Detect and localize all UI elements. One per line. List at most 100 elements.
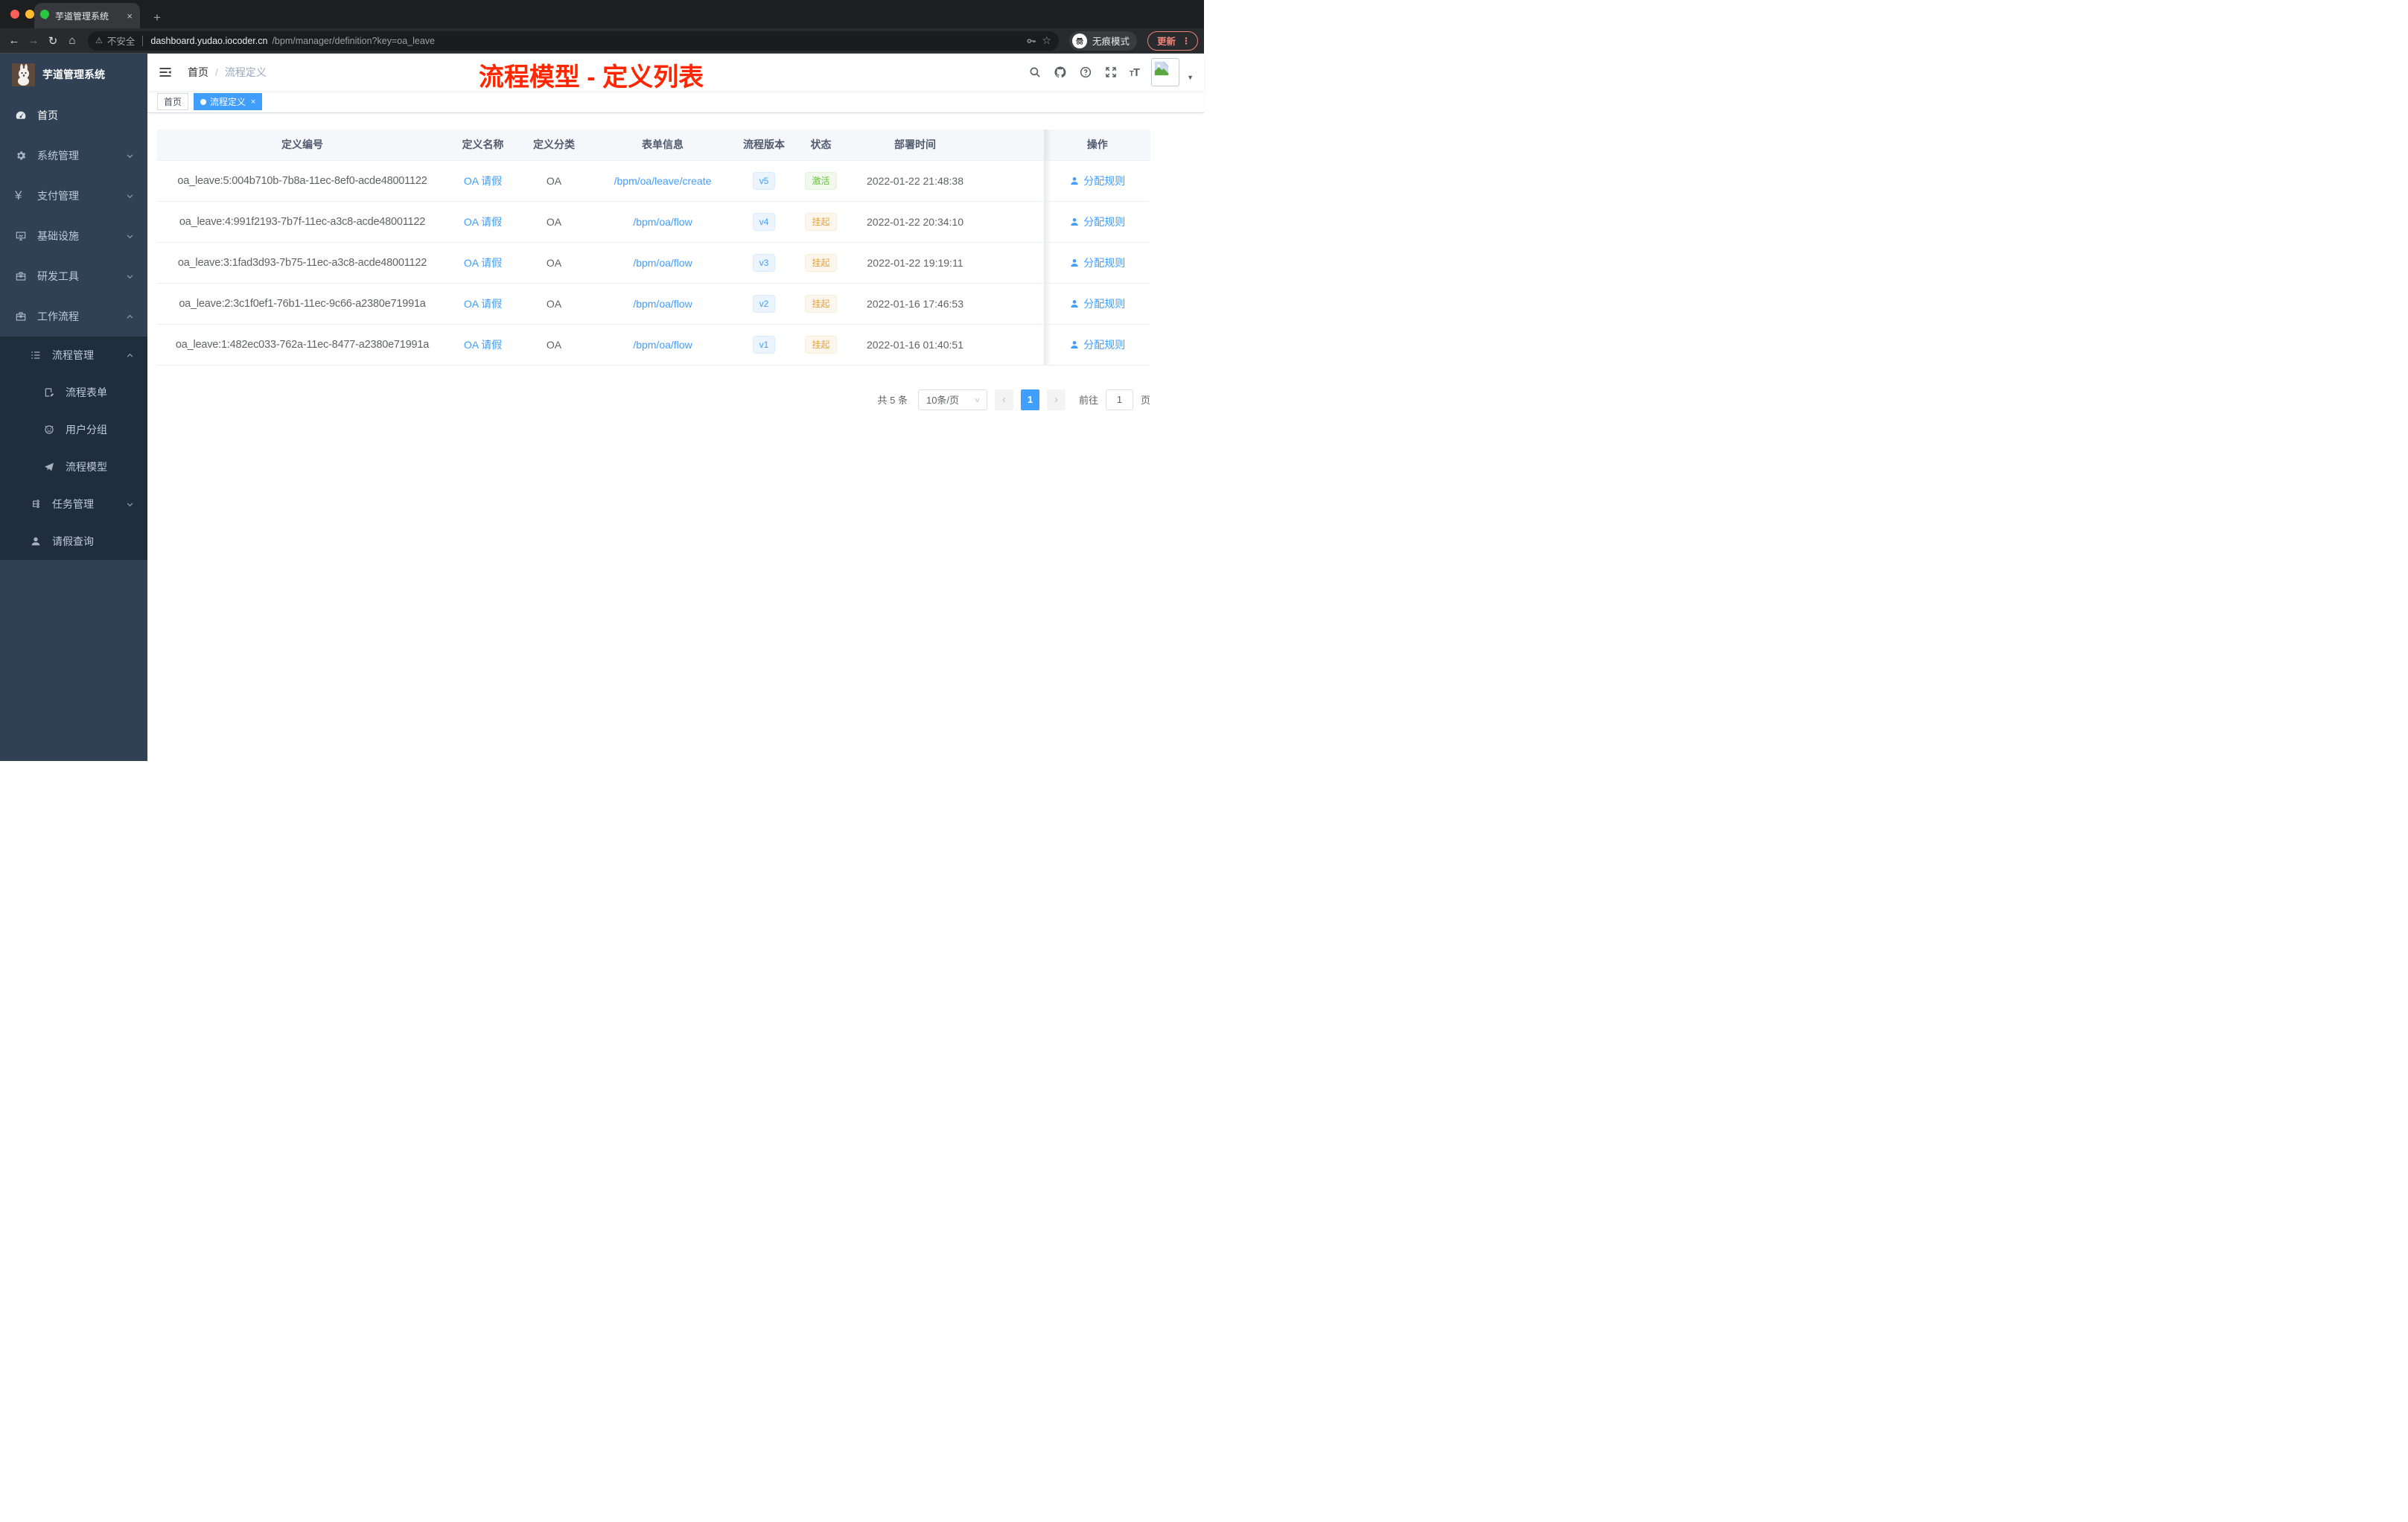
column-header: 定义编号: [157, 130, 447, 161]
sidebar-item-task-manage[interactable]: 任务管理: [0, 485, 147, 523]
tag-close-icon[interactable]: ×: [249, 98, 255, 106]
form-link[interactable]: /bpm/oa/flow: [633, 339, 692, 351]
assign-rule-label: 分配规则: [1083, 297, 1126, 310]
page-size-select[interactable]: 10条/页 ∨: [917, 389, 987, 410]
status-cell: 挂起: [792, 324, 850, 366]
toolbox-icon: [15, 270, 27, 282]
sidebar-item-label: 流程表单: [66, 386, 107, 398]
browser-chrome: 芋道管理系统 × + ← → ↻ ⌂ ⚠ 不安全 dashboard.yudao…: [0, 0, 1204, 54]
font-size-icon[interactable]: TT: [1130, 66, 1140, 79]
tab-close-icon[interactable]: ×: [125, 10, 134, 22]
assign-rule-button[interactable]: 分配规则: [1069, 173, 1125, 188]
sidebar: 芋道管理系统 首页 系统管理 ¥ 支付管理 基础设施 研发工具 工作流程 流程管理流程表单用户…: [0, 54, 147, 761]
sidebar-logo[interactable]: 芋道管理系统: [0, 54, 147, 95]
form-link[interactable]: /bpm/oa/flow: [633, 257, 692, 269]
actions-cell: 分配规则: [1043, 242, 1150, 284]
navbar-actions: TT ▼: [1028, 58, 1194, 86]
window-minimize-button[interactable]: [25, 10, 34, 19]
definition-name-link[interactable]: OA 请假: [464, 216, 502, 228]
sidebar-item-label: 支付管理: [37, 190, 79, 202]
assign-rule-button[interactable]: 分配规则: [1069, 296, 1125, 311]
definition-name-cell: OA 请假: [447, 242, 518, 284]
home-icon[interactable]: ⌂: [64, 34, 80, 47]
sidebar-item-leave-query[interactable]: 请假查询: [0, 523, 147, 560]
address-bar[interactable]: ⚠ 不安全 dashboard.yudao.iocoder.cn/bpm/man…: [88, 31, 1059, 51]
app-title: 芋道管理系统: [42, 69, 105, 80]
form-link[interactable]: /bpm/oa/leave/create: [614, 175, 712, 187]
sidebar-item-process-form[interactable]: 流程表单: [0, 374, 147, 411]
key-icon[interactable]: [1025, 35, 1037, 47]
category-cell: OA: [518, 201, 590, 243]
tag-item[interactable]: 首页: [157, 93, 189, 110]
chevron-up-icon: [126, 351, 134, 360]
url-path: /bpm/manager/definition?key=oa_leave: [272, 35, 436, 46]
hamburger-icon[interactable]: [153, 65, 177, 80]
paper-plane-icon: [43, 461, 55, 473]
sidebar-item-dev-tools[interactable]: 研发工具: [0, 256, 147, 296]
definition-name-link[interactable]: OA 请假: [464, 298, 502, 310]
definition-name-link[interactable]: OA 请假: [464, 175, 502, 187]
sidebar-item-payment[interactable]: ¥ 支付管理: [0, 176, 147, 216]
form-info-cell: /bpm/oa/flow: [590, 242, 736, 284]
person-icon: [1069, 258, 1080, 268]
assign-rule-label: 分配规则: [1083, 338, 1126, 351]
sidebar-item-process-model[interactable]: 流程模型: [0, 448, 147, 485]
tag-label: 流程定义: [210, 97, 246, 107]
browser-tab[interactable]: 芋道管理系统 ×: [34, 3, 140, 28]
sidebar-item-workflow[interactable]: 工作流程: [0, 296, 147, 337]
prev-page-button[interactable]: ‹: [994, 389, 1013, 410]
page-unit-label: 页: [1140, 395, 1150, 406]
goto-page-input[interactable]: [1105, 389, 1133, 410]
table-row: oa_leave:3:1fad3d93-7b75-11ec-a3c8-acde4…: [157, 242, 1150, 284]
user-avatar[interactable]: [1151, 58, 1180, 86]
sidebar-item-user-group[interactable]: 用户分组: [0, 411, 147, 448]
form-info-cell: /bpm/oa/flow: [590, 283, 736, 325]
definition-name-link[interactable]: OA 请假: [464, 257, 502, 269]
version-cell: v4: [736, 201, 792, 243]
table-row: oa_leave:4:991f2193-7b7f-11ec-a3c8-acde4…: [157, 201, 1150, 243]
update-label: 更新: [1156, 36, 1176, 47]
status-badge: 激活: [805, 171, 837, 190]
search-icon[interactable]: [1028, 66, 1042, 79]
chevron-up-icon: [126, 313, 134, 321]
sidebar-item-label: 请假查询: [52, 535, 94, 547]
chevron-down-icon: [126, 192, 134, 200]
navbar: 首页 / 流程定义 流程模型 - 定义列表 TT ▼: [147, 54, 1204, 92]
back-icon[interactable]: ←: [6, 34, 22, 47]
assign-rule-button[interactable]: 分配规则: [1069, 337, 1125, 352]
sidebar-item-process-manage[interactable]: 流程管理: [0, 337, 147, 374]
sidebar-item-system[interactable]: 系统管理: [0, 136, 147, 176]
current-page-button[interactable]: 1: [1020, 389, 1039, 410]
person-icon: [1069, 176, 1080, 186]
github-icon[interactable]: [1054, 66, 1067, 79]
reload-icon[interactable]: ↻: [45, 34, 61, 48]
definition-name-link[interactable]: OA 请假: [464, 339, 502, 351]
breadcrumb-home[interactable]: 首页: [188, 65, 208, 80]
status-badge: 挂起: [805, 253, 837, 272]
browser-tabstrip: 芋道管理系统 × +: [0, 0, 1204, 28]
assign-rule-button[interactable]: 分配规则: [1069, 214, 1125, 229]
forward-icon[interactable]: →: [25, 34, 42, 47]
actions-cell: 分配规则: [1043, 201, 1150, 243]
bookmark-star-icon[interactable]: ☆: [1042, 34, 1051, 47]
version-cell: v3: [736, 242, 792, 284]
window-close-button[interactable]: [10, 10, 19, 19]
assign-rule-label: 分配规则: [1083, 174, 1126, 187]
sidebar-item-home[interactable]: 首页: [0, 95, 147, 136]
new-tab-button[interactable]: +: [149, 10, 165, 28]
next-page-button[interactable]: ›: [1046, 389, 1066, 410]
sidebar-item-infra[interactable]: 基础设施: [0, 216, 147, 256]
window-zoom-button[interactable]: [40, 10, 49, 19]
monitor-icon: [15, 230, 27, 242]
help-icon[interactable]: [1079, 66, 1092, 79]
url-divider: [142, 35, 144, 46]
tag-active[interactable]: 流程定义 ×: [194, 93, 263, 110]
assign-rule-button[interactable]: 分配规则: [1069, 255, 1125, 270]
avatar-caret-icon[interactable]: ▼: [1187, 74, 1194, 81]
browser-menu-dots-icon[interactable]: ⋮: [1182, 36, 1191, 46]
fullscreen-icon[interactable]: [1104, 66, 1118, 79]
browser-update-button[interactable]: 更新 ⋮: [1147, 31, 1198, 51]
row-spacer-cell: [981, 283, 1044, 325]
form-link[interactable]: /bpm/oa/flow: [633, 216, 692, 228]
form-link[interactable]: /bpm/oa/flow: [633, 298, 692, 310]
